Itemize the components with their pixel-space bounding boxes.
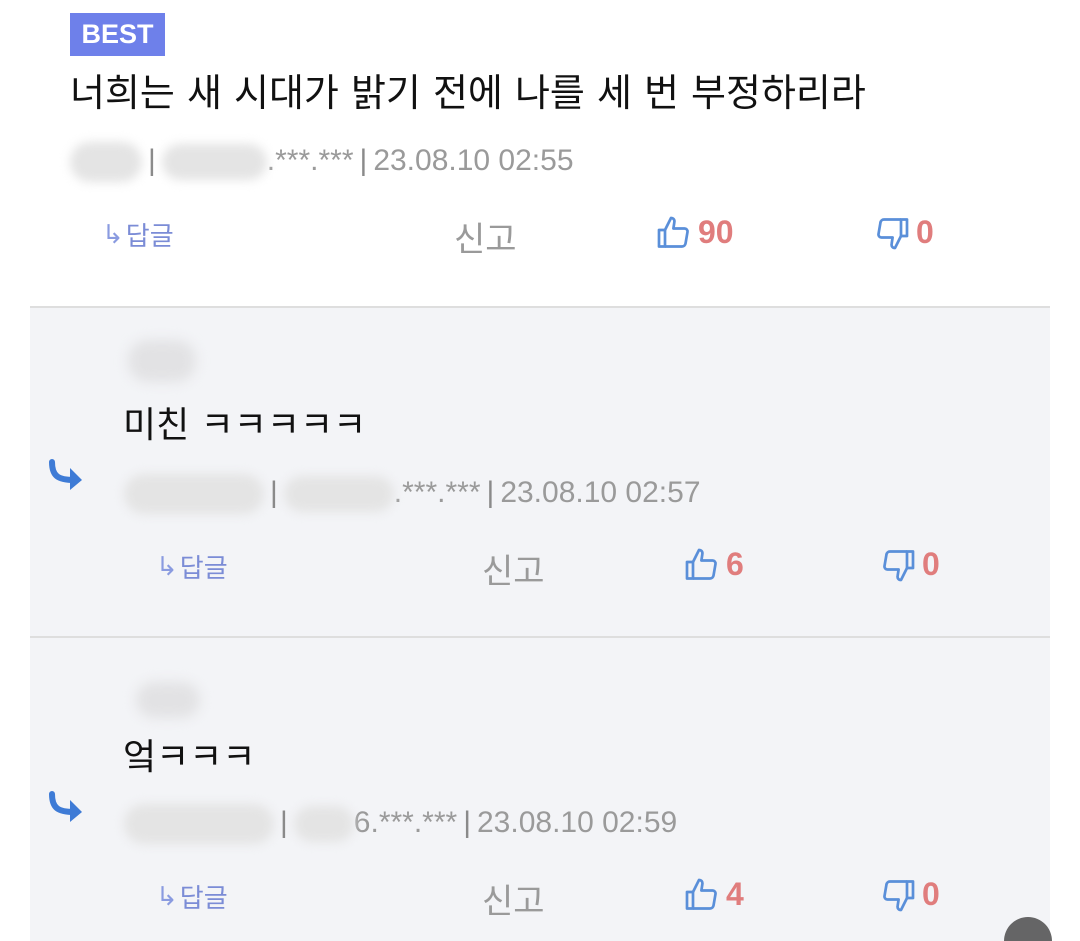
thumbs-down-icon (883, 549, 915, 581)
like-button[interactable]: 4 (684, 876, 744, 913)
reply-small-arrow-icon: ↳ (102, 219, 124, 250)
report-button[interactable]: 신고 (482, 544, 545, 593)
report-button[interactable]: 신고 (454, 212, 517, 261)
dislike-count: 0 (922, 876, 940, 912)
thumbs-up-icon (657, 216, 689, 248)
dislike-button[interactable]: 0 (880, 546, 940, 583)
like-count: 90 (698, 214, 734, 250)
best-comment: BEST 너희는 새 시대가 밝기 전에 나를 세 번 부정하리라 | .***.… (0, 0, 1080, 307)
report-button[interactable]: 신고 (482, 874, 545, 923)
timestamp: 23.08.10 02:55 (373, 143, 574, 177)
reply-button[interactable]: ↳ 답글 (102, 216, 174, 253)
ip-redacted (283, 476, 394, 512)
meta-separator: | (463, 805, 471, 839)
thumbs-down-icon (883, 879, 915, 911)
like-count: 6 (726, 546, 744, 582)
author-id-redacted (124, 804, 274, 844)
like-button[interactable]: 6 (684, 546, 744, 583)
ip-redacted (161, 144, 267, 180)
comment-text: 미친 ㅋㅋㅋㅋㅋ (123, 405, 367, 446)
thumbs-up-icon (685, 548, 717, 580)
like-count: 4 (726, 876, 744, 912)
author-name-redacted (136, 682, 200, 718)
reply-small-arrow-icon: ↳ (156, 881, 178, 912)
author-name-redacted (128, 340, 196, 382)
like-button[interactable]: 90 (656, 214, 734, 251)
comment-meta: | 6.***.*** | 23.08.10 02:59 (124, 804, 677, 844)
timestamp: 23.08.10 02:59 (477, 805, 678, 839)
reply-arrow-icon (46, 790, 88, 830)
timestamp: 23.08.10 02:57 (500, 475, 701, 509)
ip-masked: 6.***.*** (353, 805, 458, 839)
dislike-count: 0 (916, 214, 934, 250)
reply-label: 답글 (179, 884, 228, 914)
meta-separator: | (270, 475, 278, 509)
comment-meta: | .***.*** | 23.08.10 02:55 (70, 142, 574, 182)
reply-button[interactable]: ↳ 답글 (156, 878, 228, 915)
meta-separator: | (148, 143, 156, 177)
thumbs-up-icon (685, 878, 717, 910)
author-id-redacted (124, 474, 264, 514)
dislike-button[interactable]: 0 (880, 876, 940, 913)
author-name-redacted (70, 142, 142, 182)
comment-meta: | .***.*** | 23.08.10 02:57 (124, 474, 701, 514)
meta-separator: | (280, 805, 288, 839)
meta-separator: | (486, 475, 495, 509)
comment-text: 너희는 새 시대가 밝기 전에 나를 세 번 부정하리라 (70, 71, 866, 115)
reply-small-arrow-icon: ↳ (156, 551, 178, 582)
dislike-button[interactable]: 0 (874, 214, 934, 251)
ip-redacted (293, 806, 354, 842)
reply-arrow-icon (46, 458, 88, 498)
reply-label: 답글 (179, 554, 228, 584)
thumbs-down-icon (877, 217, 909, 249)
comment-text: 엌ㅋㅋㅋ (123, 737, 256, 778)
reply-label: 답글 (125, 222, 174, 252)
best-badge: BEST (70, 13, 165, 56)
dislike-count: 0 (922, 546, 940, 582)
ip-masked: .***.*** (393, 475, 481, 509)
ip-masked: .***.*** (266, 143, 354, 177)
reply-button[interactable]: ↳ 답글 (156, 548, 228, 585)
meta-separator: | (359, 143, 368, 177)
